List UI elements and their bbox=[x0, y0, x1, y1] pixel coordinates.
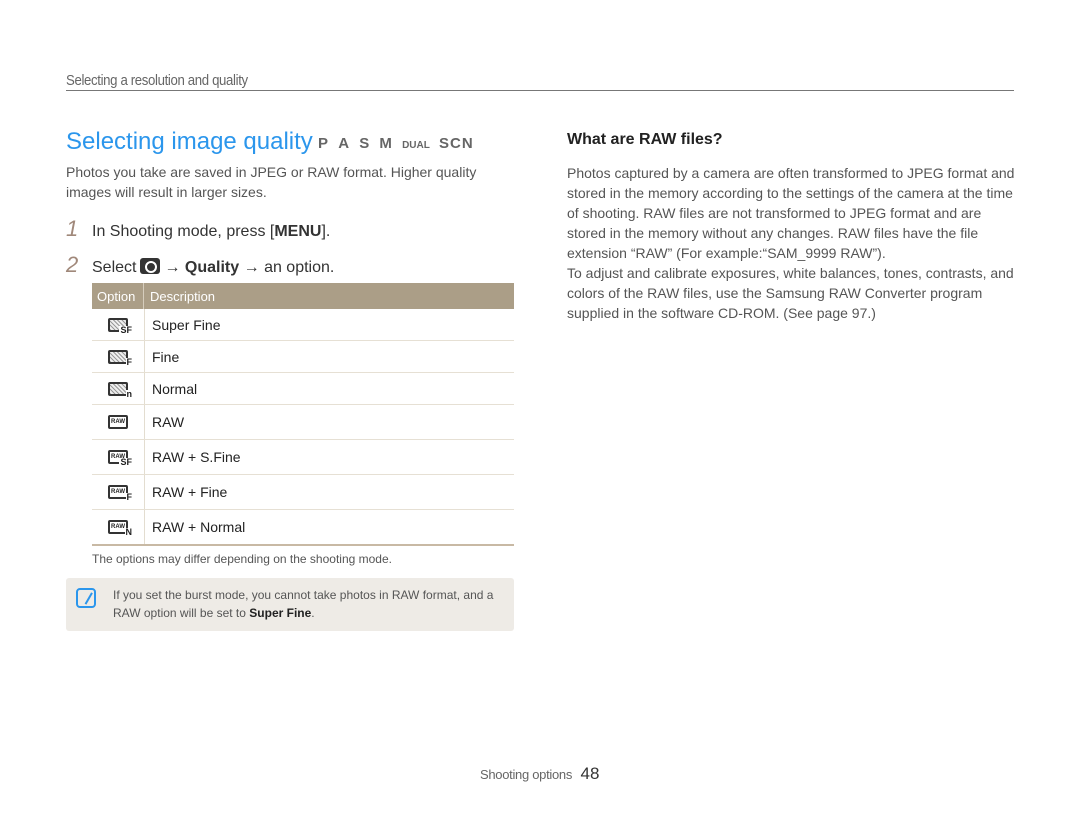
fine-icon: F bbox=[108, 349, 132, 367]
note-text-end: . bbox=[311, 606, 315, 620]
table-row: SF Super Fine bbox=[92, 309, 514, 341]
icon-sub: F bbox=[125, 356, 132, 367]
menu-key: MENU bbox=[274, 223, 322, 240]
option-description: RAW + Fine bbox=[152, 484, 228, 500]
step-number: 1 bbox=[66, 216, 79, 241]
arrow: → bbox=[243, 259, 260, 276]
table-row: n Normal bbox=[92, 373, 514, 405]
step-1: 1 In Shooting mode, press [MENU]. bbox=[66, 216, 330, 242]
camera-icon bbox=[140, 258, 161, 274]
icon-sub: N bbox=[124, 527, 132, 537]
dual-is-icon: DUAL bbox=[402, 140, 430, 151]
arrow: → bbox=[164, 259, 181, 276]
quality-options-table: Option Description SF Super Fine F Fine … bbox=[92, 283, 514, 546]
header-divider bbox=[66, 90, 1014, 91]
mode-m: M bbox=[379, 135, 393, 152]
note-pencil-icon bbox=[76, 588, 96, 608]
step-text: Select bbox=[92, 259, 137, 276]
header-description: Description bbox=[150, 288, 216, 304]
option-description: Super Fine bbox=[152, 316, 221, 333]
super-fine-icon: SF bbox=[108, 317, 132, 335]
mode-p: P bbox=[318, 135, 330, 152]
step-2: 2 Select → Quality → an option. bbox=[66, 252, 334, 278]
note-text: If you set the burst mode, you cannot ta… bbox=[113, 586, 508, 622]
mode-scn: SCN bbox=[439, 135, 474, 152]
note-box: If you set the burst mode, you cannot ta… bbox=[66, 578, 514, 631]
raw-paragraph: To adjust and calibrate exposures, white… bbox=[567, 265, 1014, 321]
raw-normal-icon: RAW N bbox=[108, 520, 132, 537]
raw-fine-icon: RAW F bbox=[108, 485, 132, 502]
option-description: RAW + Normal bbox=[152, 519, 246, 535]
icon-sub: SF bbox=[119, 457, 132, 467]
step-number: 2 bbox=[66, 252, 79, 277]
raw-super-fine-icon: RAW SF bbox=[108, 450, 132, 467]
raw-icon: RAW bbox=[108, 415, 128, 429]
table-row: RAW F RAW + Fine bbox=[92, 475, 514, 510]
icon-sub: n bbox=[125, 388, 132, 399]
raw-files-heading: What are RAW files? bbox=[567, 131, 723, 148]
footer-section: Shooting options bbox=[480, 767, 573, 782]
table-footnote: The options may differ depending on the … bbox=[92, 552, 392, 566]
table-row: F Fine bbox=[92, 341, 514, 373]
table-row: RAW N RAW + Normal bbox=[92, 510, 514, 546]
step-text: In Shooting mode, press [ bbox=[92, 223, 275, 240]
table-row: RAW SF RAW + S.Fine bbox=[92, 440, 514, 475]
option-description: RAW bbox=[152, 414, 185, 430]
option-description: Fine bbox=[152, 348, 180, 365]
page-number: 48 bbox=[580, 764, 600, 783]
shooting-modes: P A S M DUAL SCN bbox=[318, 135, 478, 152]
mode-a: A bbox=[338, 135, 351, 152]
option-description: RAW + S.Fine bbox=[152, 449, 241, 465]
section-header: Selecting a resolution and quality bbox=[66, 72, 248, 89]
step-suffix: ]. bbox=[321, 223, 331, 240]
raw-files-text: Photos captured by a camera are often tr… bbox=[567, 163, 1022, 323]
page-title: Selecting image quality bbox=[66, 128, 313, 155]
quality-label: Quality bbox=[184, 259, 240, 276]
intro-text: Photos you take are saved in JPEG or RAW… bbox=[66, 164, 477, 200]
table-row: RAW RAW bbox=[92, 405, 514, 440]
step-suffix: an option. bbox=[264, 259, 335, 276]
raw-paragraph: Photos captured by a camera are often tr… bbox=[567, 165, 1015, 261]
page-footer: Shooting options 48 bbox=[480, 764, 599, 784]
icon-sub: SF bbox=[119, 324, 132, 335]
option-description: Normal bbox=[152, 380, 198, 397]
icon-sub: F bbox=[125, 492, 132, 502]
note-bold: Super Fine bbox=[249, 606, 312, 620]
icon-label: RAW bbox=[111, 489, 125, 495]
normal-icon: n bbox=[108, 381, 132, 399]
icon-label: RAW bbox=[111, 524, 125, 530]
header-option: Option bbox=[92, 283, 144, 309]
mode-s: S bbox=[359, 135, 371, 152]
table-header: Option Description bbox=[92, 283, 514, 309]
